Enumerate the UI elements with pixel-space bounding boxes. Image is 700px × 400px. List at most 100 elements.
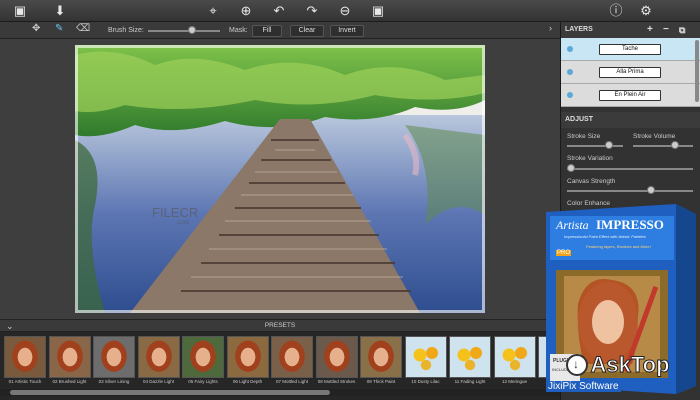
- brush-size-knob[interactable]: [188, 26, 196, 34]
- canvas-strength-slider[interactable]: [567, 190, 693, 192]
- presets-header[interactable]: ⌄ PRESETS: [0, 319, 560, 332]
- presets-scroll-thumb[interactable]: [10, 390, 330, 395]
- save-icon[interactable]: ⬇: [52, 3, 68, 19]
- preset-image[interactable]: [360, 336, 402, 378]
- download-icon: ↓: [566, 354, 588, 376]
- preset-thumbnail[interactable]: 09 Thick Paint: [360, 336, 402, 388]
- stroke-volume-label: Stroke Volume: [633, 133, 676, 140]
- canvas-strength-label: Canvas Strength: [567, 178, 616, 185]
- box-pro-badge: PRO: [556, 250, 572, 256]
- box-banner: Featuring layers, Brushes and More!: [586, 244, 651, 249]
- preset-thumbnail[interactable]: 06 Light Depth: [226, 336, 269, 388]
- layer-name[interactable]: Tache: [599, 44, 661, 55]
- asktop-watermark: ↓ AskTop: [566, 352, 670, 378]
- stroke-variation-knob[interactable]: [567, 164, 575, 172]
- fill-button[interactable]: Fill: [252, 25, 282, 37]
- layer-row[interactable]: Tache: [561, 38, 700, 61]
- preset-thumbnail[interactable]: 04 Dazzle Light: [137, 336, 180, 388]
- preset-label: 05 Fairy Lights: [188, 379, 218, 384]
- preset-thumbnail[interactable]: 05 Fairy Lights: [182, 336, 224, 388]
- preset-thumbnail[interactable]: 07 Mottled Light: [271, 336, 313, 388]
- brush-toolbar: ✥ ✎ ⌫ Brush Size: Mask: Fill Clear Inver…: [0, 22, 560, 39]
- brush-size-label: Brush Size:: [108, 27, 144, 34]
- preset-image[interactable]: [404, 336, 447, 378]
- stroke-size-knob[interactable]: [605, 141, 613, 149]
- layer-visibility-icon[interactable]: [567, 46, 573, 52]
- brush-tool-icon[interactable]: ✎: [55, 23, 63, 34]
- image-canvas[interactable]: [75, 45, 485, 313]
- duplicate-layer-icon[interactable]: ⧉: [679, 22, 685, 38]
- workspace: FILECR .com: [0, 39, 560, 319]
- settings-icon[interactable]: ⚙: [638, 3, 654, 19]
- preset-label: 09 Thick Paint: [366, 379, 396, 384]
- preset-label: 01 Artistic Touch: [8, 379, 42, 384]
- preset-label: 08 Mottled Strokes: [317, 379, 356, 384]
- preset-image[interactable]: [226, 336, 269, 378]
- info-icon[interactable]: ⓘ: [608, 3, 624, 19]
- layers-header: LAYERS + − ⧉: [561, 22, 700, 38]
- layer-row[interactable]: En Plein Air: [561, 84, 700, 107]
- filecr-watermark: FILECR: [152, 205, 199, 220]
- fit-screen-icon[interactable]: ▣: [370, 3, 386, 19]
- layers-title: LAYERS: [565, 26, 593, 33]
- stroke-volume-knob[interactable]: [671, 141, 679, 149]
- preset-thumbnail[interactable]: 12 Meringue: [493, 336, 536, 388]
- crop-icon[interactable]: ⌖: [205, 3, 221, 19]
- top-toolbar: ▣ ⬇ ⌖ ⊕ ↶ ↷ ⊖ ▣ ⓘ ⚙: [0, 0, 700, 22]
- move-tool-icon[interactable]: ✥: [32, 23, 40, 34]
- preset-thumbnail[interactable]: 08 Mottled Strokes: [315, 336, 358, 388]
- layer-visibility-icon[interactable]: [567, 69, 573, 75]
- redo-icon[interactable]: ↷: [304, 3, 320, 19]
- preset-thumbnail[interactable]: 10 Dusty Lilac: [404, 336, 447, 388]
- preset-image[interactable]: [271, 336, 313, 378]
- box-product: IMPRESSO: [596, 217, 664, 232]
- preset-image[interactable]: [137, 336, 180, 378]
- preset-image[interactable]: [93, 336, 135, 378]
- preset-image[interactable]: [449, 336, 491, 378]
- preset-label: 11 Fading Light: [454, 379, 486, 384]
- stroke-size-slider[interactable]: [567, 145, 623, 147]
- layers-scrollbar[interactable]: [695, 40, 699, 102]
- clear-button[interactable]: Clear: [290, 25, 324, 37]
- canvas-strength-knob[interactable]: [647, 186, 655, 194]
- stroke-volume-slider[interactable]: [633, 145, 693, 147]
- preset-label: 12 Meringue: [501, 379, 528, 384]
- box-tagline: Impressionist Paint Effect with Artists'…: [564, 234, 646, 239]
- preset-image[interactable]: [48, 336, 91, 378]
- asktop-text: AskTop: [590, 352, 670, 378]
- box-brand: Artista: [556, 218, 589, 232]
- zoom-out-icon[interactable]: ⊖: [337, 3, 353, 19]
- presets-title: PRESETS: [264, 322, 296, 329]
- painted-dock-image: [75, 45, 485, 313]
- preset-label: 03 Silver Lining: [98, 379, 130, 384]
- chevron-down-icon[interactable]: ⌄: [6, 320, 14, 332]
- layer-visibility-icon[interactable]: [567, 92, 573, 98]
- box-publisher: JixiPix Software: [546, 381, 621, 392]
- zoom-in-icon[interactable]: ⊕: [238, 3, 254, 19]
- layer-name[interactable]: Alla Prima: [599, 67, 661, 78]
- open-image-icon[interactable]: ▣: [12, 3, 28, 19]
- eraser-tool-icon[interactable]: ⌫: [76, 23, 90, 34]
- preset-thumbnail[interactable]: 11 Fading Light: [449, 336, 491, 388]
- invert-button[interactable]: Invert: [330, 25, 364, 37]
- preset-thumbnail[interactable]: 03 Silver Lining: [93, 336, 135, 388]
- layer-list: Tache Alla Prima En Plein Air: [561, 38, 700, 107]
- layer-row[interactable]: Alla Prima: [561, 61, 700, 84]
- remove-layer-icon[interactable]: −: [663, 22, 669, 38]
- add-layer-icon[interactable]: +: [647, 22, 653, 38]
- mask-label: Mask:: [229, 27, 248, 34]
- preset-image[interactable]: [4, 336, 46, 378]
- chevron-right-icon[interactable]: ›: [549, 23, 552, 34]
- undo-icon[interactable]: ↶: [271, 3, 287, 19]
- preset-thumbnail[interactable]: 01 Artistic Touch: [4, 336, 46, 388]
- presets-scrollbar[interactable]: [0, 389, 560, 396]
- brush-size-slider[interactable]: [148, 30, 220, 32]
- adjust-header: ADJUST: [561, 112, 700, 128]
- preset-image[interactable]: [493, 336, 536, 378]
- layer-name[interactable]: En Plein Air: [599, 90, 661, 101]
- preset-thumbnail[interactable]: 02 Brushed Light: [48, 336, 91, 388]
- preset-label: 02 Brushed Light: [52, 379, 87, 384]
- preset-image[interactable]: [182, 336, 224, 378]
- stroke-variation-slider[interactable]: [567, 168, 693, 170]
- preset-image[interactable]: [315, 336, 358, 378]
